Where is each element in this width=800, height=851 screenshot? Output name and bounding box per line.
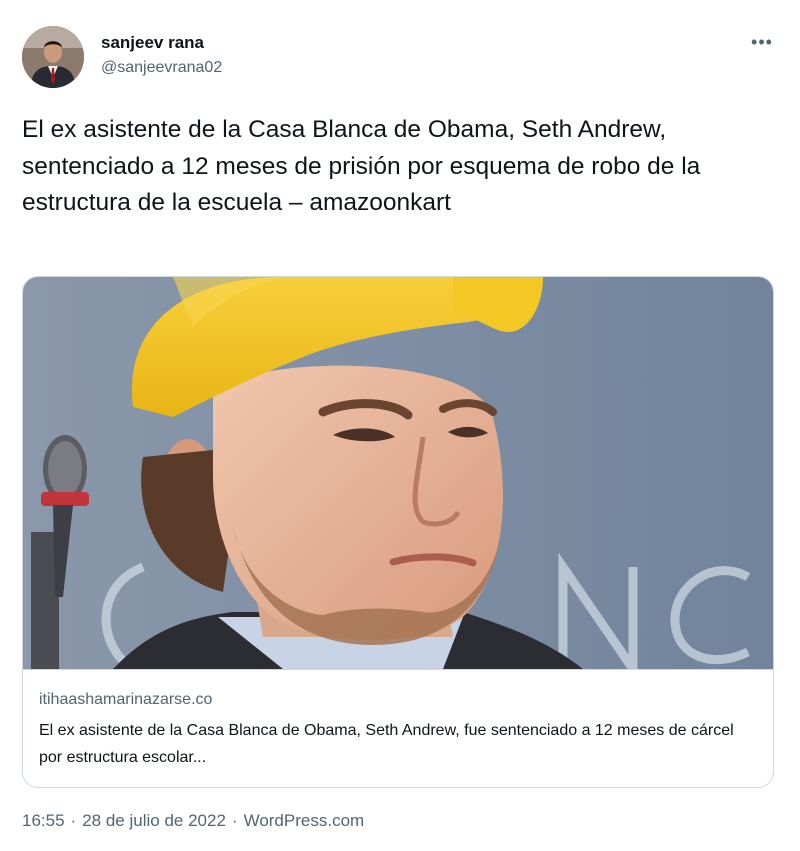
card-divider bbox=[23, 669, 773, 670]
link-preview-card[interactable]: itihaashamarinazarse.co El ex asistente … bbox=[22, 276, 774, 788]
more-options-button[interactable]: ••• bbox=[746, 28, 778, 56]
more-horizontal-icon: ••• bbox=[751, 32, 773, 52]
tweet-date[interactable]: 28 de julio de 2022 bbox=[82, 811, 226, 831]
user-avatar-icon bbox=[22, 26, 84, 88]
tweet-time[interactable]: 16:55 bbox=[22, 811, 65, 831]
card-description[interactable]: El ex asistente de la Casa Blanca de Oba… bbox=[39, 717, 759, 771]
card-photo bbox=[23, 277, 773, 669]
meta-separator: · bbox=[70, 811, 77, 830]
author-handle[interactable]: @sanjeevrana02 bbox=[101, 59, 222, 77]
card-image[interactable] bbox=[23, 277, 773, 669]
tweet-meta: 16:55 · 28 de julio de 2022 · WordPress.com bbox=[22, 811, 364, 831]
tweet-text: El ex asistente de la Casa Blanca de Oba… bbox=[22, 116, 701, 216]
card-domain[interactable]: itihaashamarinazarse.co bbox=[39, 691, 212, 709]
meta-separator: · bbox=[231, 811, 238, 830]
tweet[interactable]: sanjeev rana @sanjeevrana02 ••• El ex as… bbox=[0, 0, 800, 851]
author-avatar[interactable] bbox=[22, 26, 84, 88]
tweet-source[interactable]: WordPress.com bbox=[244, 811, 365, 831]
author-display-name[interactable]: sanjeev rana bbox=[101, 33, 204, 53]
